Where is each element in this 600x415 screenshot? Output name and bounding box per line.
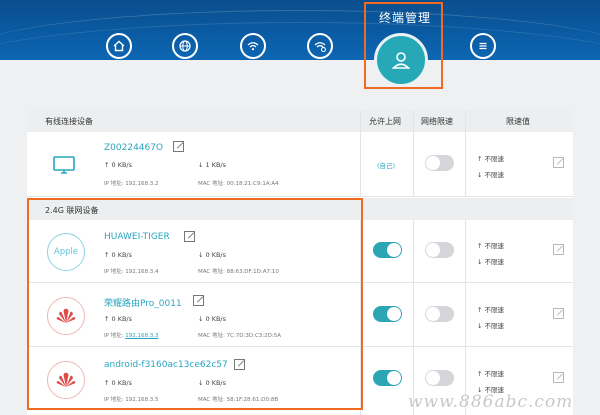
globe-icon[interactable]	[172, 33, 198, 59]
header-wired-devices: 有线连接设备	[45, 117, 93, 126]
allow-internet-toggle[interactable]	[373, 242, 402, 258]
highlight-box-24g-section	[27, 198, 363, 410]
limit-down-value: ↓ 不限速	[477, 171, 505, 179]
allow-internet-toggle[interactable]	[373, 370, 402, 386]
speed-limit-toggle[interactable]	[425, 306, 454, 322]
limit-down-value: ↓ 不限速	[477, 322, 505, 330]
limit-up-value: ↑ 不限速	[477, 155, 505, 163]
wifi-icon[interactable]	[240, 33, 266, 59]
header-limit-value: 限速值	[506, 117, 530, 126]
self-label: (自己)	[377, 162, 396, 170]
upload-speed: ↑ 0 KB/s	[104, 161, 133, 169]
table-header: 有线连接设备 允许上网 网络限速 限速值	[27, 110, 573, 132]
limit-up-value: ↑ 不限速	[477, 242, 505, 250]
limit-up-value: ↑ 不限速	[477, 370, 505, 378]
mac-address: MAC 地址: 00:18:21:C9:1A:A4	[198, 181, 279, 187]
table-row: Z00224467O ↑ 0 KB/s ↓ 1 KB/s IP 地址: 192.…	[27, 133, 573, 197]
highlight-box-nav	[364, 2, 443, 89]
allow-internet-toggle[interactable]	[373, 306, 402, 322]
device-name: Z00224467O	[104, 143, 164, 153]
edit-name-icon[interactable]	[173, 141, 184, 152]
limit-down-value: ↓ 不限速	[477, 258, 505, 266]
download-speed: ↓ 1 KB/s	[198, 161, 227, 169]
watermark-text: www.886abc.com	[408, 392, 574, 412]
monitor-icon	[52, 153, 76, 177]
top-nav-bar: 终端管理	[0, 0, 600, 60]
edit-limit-icon[interactable]	[553, 157, 564, 168]
ip-address: IP 地址: 192.168.3.2	[104, 181, 159, 187]
speed-limit-toggle[interactable]	[425, 155, 454, 171]
wifi-settings-icon[interactable]	[307, 33, 333, 59]
menu-icon[interactable]	[470, 33, 496, 59]
edit-limit-icon[interactable]	[553, 244, 564, 255]
limit-up-value: ↑ 不限速	[477, 306, 505, 314]
speed-limit-toggle[interactable]	[425, 242, 454, 258]
speed-limit-toggle[interactable]	[425, 370, 454, 386]
edit-limit-icon[interactable]	[553, 372, 564, 383]
header-speed-limit: 网络限速	[421, 117, 453, 126]
home-icon[interactable]	[106, 33, 132, 59]
header-allow-internet: 允许上网	[369, 117, 401, 126]
edit-limit-icon[interactable]	[553, 308, 564, 319]
